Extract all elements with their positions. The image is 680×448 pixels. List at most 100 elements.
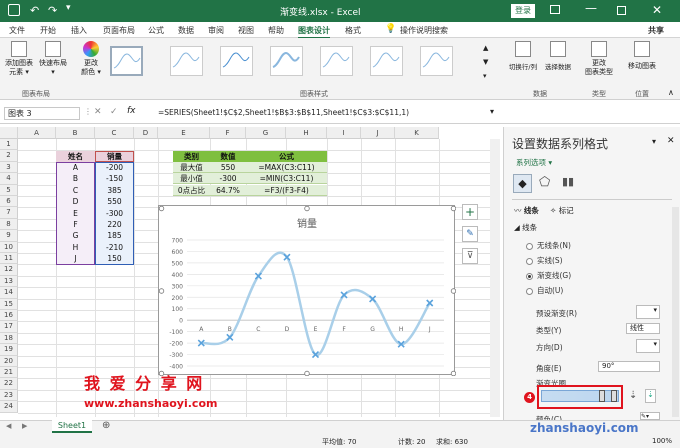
column-header[interactable]: B [56,127,95,139]
row-header[interactable]: 8 [0,218,18,231]
chart-style-5[interactable] [320,46,353,76]
row-header[interactable]: 6 [0,196,18,208]
row-header[interactable]: 22 [0,378,18,390]
row-header[interactable]: 13 [0,275,18,288]
gallery-scroll-down-icon[interactable]: ▼ [483,58,488,66]
tab-insert[interactable]: 插入 [71,25,87,36]
row-header[interactable]: 1 [0,139,18,151]
stats-cell[interactable]: =MAX(C3:C11) [246,162,327,173]
tab-marker[interactable]: ✧ 标记 [550,205,574,216]
gradient-stop-2[interactable] [611,390,617,402]
row-header[interactable]: 7 [0,207,18,219]
sheet-scroll-left-icon[interactable]: ◀ [6,422,11,430]
worksheet-grid[interactable]: ABCDEFGHIJK 1 2 3 4 5 6 7 8 9 10 11 12 13 14 15 16 17 18 1… [0,127,500,417]
row-header[interactable]: 2 [0,150,18,162]
vertical-scrollbar[interactable] [490,139,500,417]
line-type-radio[interactable]: 无线条(N) [526,240,571,251]
row-header[interactable]: 3 [0,161,18,174]
stats-cell[interactable]: 550 [210,162,246,173]
pane-close-icon[interactable]: ✕ [667,136,675,146]
stats-cell[interactable]: -300 [210,173,246,185]
column-header[interactable]: K [395,127,439,139]
column-header[interactable]: F [210,127,246,139]
chart-style-2[interactable] [170,46,203,76]
chart-style-1[interactable] [110,46,143,76]
more-options-icon[interactable]: ⋮ [84,107,92,116]
column-header[interactable]: I [327,127,361,139]
quick-layout-button[interactable]: 快速布局 ▾ [37,41,69,77]
gallery-more-icon[interactable]: ▾ [483,72,487,80]
chart-elements-button[interactable]: + [462,204,478,220]
angle-input[interactable]: 90° [598,361,660,372]
row-header[interactable]: 19 [0,344,18,356]
login-button[interactable]: 登录 [511,4,535,18]
tab-view[interactable]: 视图 [238,25,254,36]
stats-header[interactable]: 类别 [173,151,210,162]
pane-dropdown-icon[interactable]: ▾ [652,137,656,146]
radio-icon[interactable] [526,287,533,295]
stats-cell[interactable]: 最大值 [173,162,210,173]
row-header[interactable]: 17 [0,321,18,333]
tab-formulas[interactable]: 公式 [148,25,164,36]
tab-format[interactable]: 格式 [345,25,361,36]
preset-gradient-dropdown[interactable]: ▾ [636,305,660,319]
radio-icon[interactable] [526,272,533,280]
share-button[interactable]: 共享 [648,25,664,36]
minimize-icon[interactable]: — [585,1,597,15]
undo-icon[interactable]: ↶ [30,4,39,17]
row-header[interactable]: 21 [0,367,18,379]
chart-filter-icon[interactable]: ⊽ [462,248,478,264]
row-header[interactable]: 9 [0,230,18,242]
column-header[interactable]: D [134,127,158,139]
sheet-tab-sheet1[interactable]: Sheet1 [52,420,92,433]
ribbon-display-icon[interactable] [550,5,560,14]
insert-function-icon[interactable]: fx [127,106,136,116]
redo-icon[interactable]: ↷ [48,4,57,17]
column-header[interactable]: C [95,127,134,139]
color-picker-button[interactable]: ✎▾ [640,412,660,420]
row-header[interactable]: 18 [0,332,18,345]
gradient-stops-bar[interactable] [541,390,619,402]
switch-row-column-button[interactable]: 切换行/列 [508,41,538,71]
autosave-icon[interactable] [8,4,20,16]
fill-line-tab[interactable]: ◆ [513,174,532,193]
row-header[interactable]: 14 [0,287,18,299]
column-header[interactable]: A [18,127,56,139]
tab-home[interactable]: 开始 [40,25,56,36]
remove-stop-icon[interactable]: ⇣ [645,389,656,403]
series-options-dropdown[interactable]: 系列选项 ▾ [516,157,552,168]
chart-styles-brush-icon[interactable]: ✎ [462,226,478,242]
radio-icon[interactable] [526,242,533,250]
chart-styles-gallery[interactable]: ▲ ▼ ▾ [108,38,493,88]
stats-cell[interactable]: 64.7% [210,184,246,196]
column-header[interactable]: E [158,127,210,139]
tab-line[interactable]: 〰 线条 [514,205,539,216]
change-chart-type-button[interactable]: 更改 图表类型 [585,41,613,77]
header-name[interactable]: 姓名 [56,151,95,162]
effects-pentagon-icon[interactable]: ⬠ [539,175,550,190]
row-header[interactable]: 23 [0,389,18,402]
tab-chart-design[interactable]: 图表设计 [298,25,330,39]
row-header[interactable]: 16 [0,310,18,322]
name-box[interactable]: 图表 3 [4,107,80,120]
column-header[interactable]: H [286,127,327,139]
select-all-corner[interactable] [0,127,18,139]
line-type-radio[interactable]: 渐变线(G) [526,270,571,281]
gradient-stop-1[interactable] [599,390,605,402]
stats-cell[interactable]: =MIN(C3:C11) [246,173,327,185]
row-header[interactable]: 15 [0,298,18,310]
chart-style-6[interactable] [370,46,403,76]
line-type-radio[interactable]: 实线(S) [526,255,563,266]
add-stop-icon[interactable]: ⇣ [629,390,637,401]
gallery-scroll-up-icon[interactable]: ▲ [483,44,488,52]
change-colors-button[interactable]: 更改 颜色 ▾ [77,41,105,77]
row-header[interactable]: 24 [0,401,18,413]
row-header[interactable]: 5 [0,184,18,196]
stats-header[interactable]: 数值 [210,151,246,162]
line-section-header[interactable]: ◢ 线条 [514,222,537,233]
enter-icon[interactable]: ✓ [110,107,118,117]
sheet-scroll-right-icon[interactable]: ▶ [22,422,27,430]
line-type-radio[interactable]: 自动(U) [526,285,563,296]
add-chart-element-button[interactable]: 添加图表 元素 ▾ [4,41,34,77]
chart-style-4[interactable] [270,46,303,76]
